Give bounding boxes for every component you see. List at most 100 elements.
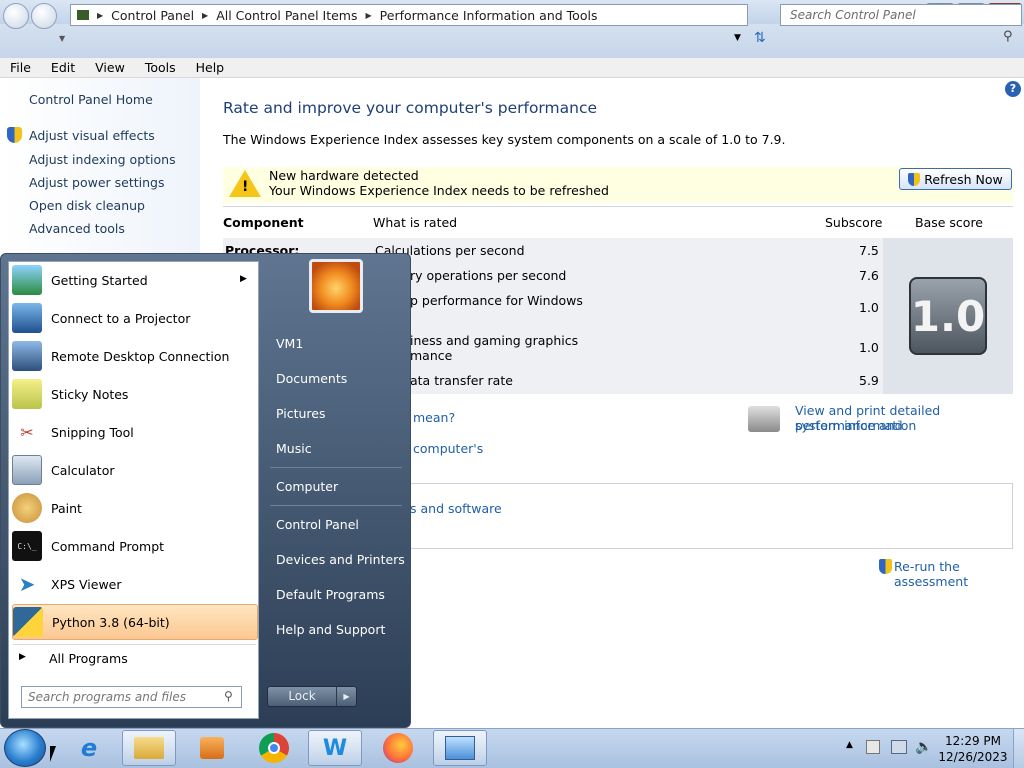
chevron-right-icon: ▶ <box>365 10 372 20</box>
menu-file[interactable]: File <box>0 58 41 77</box>
program-label: Calculator <box>51 462 115 478</box>
adjust-power-link[interactable]: Adjust power settings <box>29 175 165 190</box>
all-programs-arrow-icon: ▶ <box>19 652 26 662</box>
program-label: XPS Viewer <box>51 576 122 592</box>
disk-cleanup-link[interactable]: Open disk cleanup <box>29 198 145 213</box>
adjust-indexing-link[interactable]: Adjust indexing options <box>29 152 176 167</box>
taskbar-media-player[interactable] <box>185 730 239 766</box>
file-explorer-icon <box>134 737 164 759</box>
mouse-cursor-icon <box>50 746 56 762</box>
lock-label: Lock <box>288 689 316 703</box>
taskbar-file-explorer[interactable] <box>122 730 176 766</box>
advanced-tools-link[interactable]: Advanced tools <box>29 221 125 236</box>
sticky-notes-icon <box>12 379 42 409</box>
control-panel-home-link[interactable]: Control Panel Home <box>29 92 153 107</box>
projector-icon <box>12 303 42 333</box>
back-button[interactable] <box>3 3 29 29</box>
row-rated: ry operations per second <box>410 268 567 283</box>
system-clock[interactable]: 12:29 PM 12/26/2023 <box>938 733 1008 765</box>
taskbar-control-panel[interactable] <box>433 730 487 766</box>
shield-icon <box>7 127 22 143</box>
program-command-prompt[interactable]: C:\_ Command Prompt <box>12 528 258 564</box>
user-picture[interactable] <box>309 259 363 313</box>
start-button[interactable] <box>4 729 46 767</box>
xps-viewer-icon: ➤ <box>18 572 36 596</box>
program-projector[interactable]: Connect to a Projector <box>12 300 258 336</box>
page-title: Rate and improve your computer's perform… <box>223 99 598 117</box>
program-remote-desktop[interactable]: Remote Desktop Connection <box>12 338 258 374</box>
rerun-assessment-link[interactable]: Re-run the assessment <box>894 559 1024 589</box>
adjust-visual-effects-link[interactable]: Adjust visual effects <box>29 128 155 143</box>
search-icon[interactable]: ⚲ <box>224 689 233 703</box>
network-icon[interactable] <box>891 740 907 754</box>
firefox-icon <box>383 733 413 763</box>
taskbar-internet-explorer[interactable]: e <box>62 730 116 766</box>
start-link-music[interactable]: Music <box>276 441 312 456</box>
start-link-devices-printers[interactable]: Devices and Printers <box>276 552 405 567</box>
menu-tools[interactable]: Tools <box>135 58 186 77</box>
row-rated: p performance for Windows <box>410 293 583 308</box>
breadcrumb-item[interactable]: Performance Information and Tools <box>380 8 598 23</box>
start-link-user[interactable]: VM1 <box>276 336 303 351</box>
page-description: The Windows Experience Index assesses ke… <box>223 132 786 147</box>
calculator-icon <box>12 455 42 485</box>
program-label: Connect to a Projector <box>51 310 191 326</box>
start-link-default-programs[interactable]: Default Programs <box>276 587 385 602</box>
breadcrumb-item[interactable]: Control Panel <box>111 8 194 23</box>
menu-help[interactable]: Help <box>186 58 235 77</box>
search-icon[interactable]: ⚲ <box>1003 29 1013 44</box>
help-icon[interactable]: ? <box>1005 81 1021 97</box>
menu-bar: File Edit View Tools Help <box>0 58 1024 78</box>
start-link-computer[interactable]: Computer <box>276 479 338 494</box>
start-link-documents[interactable]: Documents <box>276 371 347 386</box>
program-xps-viewer[interactable]: ➤ XPS Viewer <box>12 566 258 602</box>
action-center-flag-icon[interactable] <box>866 740 880 754</box>
volume-muted-icon[interactable]: 🔈 <box>915 739 932 755</box>
refresh-icon[interactable]: ⇅ <box>754 30 766 46</box>
address-bar[interactable]: ▶ Control Panel ▶ All Control Panel Item… <box>70 4 748 26</box>
program-getting-started[interactable]: Getting Started <box>12 262 258 298</box>
improve-performance-link[interactable]: computer's <box>413 441 483 456</box>
refresh-now-button[interactable]: Refresh Now <box>899 168 1012 190</box>
remote-desktop-icon <box>12 341 42 371</box>
shutdown-options-arrow-icon[interactable]: ▶ <box>336 687 356 706</box>
program-calculator[interactable]: Calculator <box>12 452 258 488</box>
menu-view[interactable]: View <box>85 58 135 77</box>
notice-title: New hardware detected <box>269 168 419 183</box>
start-link-control-panel[interactable]: Control Panel <box>276 517 359 532</box>
program-label: Getting Started <box>51 272 148 288</box>
breadcrumb-item[interactable]: All Control Panel Items <box>216 8 357 23</box>
taskbar-firefox[interactable] <box>371 730 425 766</box>
what-scores-mean-link[interactable]: mean? <box>413 410 455 425</box>
shield-icon <box>879 559 892 574</box>
taskbar-word-app[interactable]: W <box>308 730 362 766</box>
taskbar-chrome[interactable] <box>247 730 301 766</box>
header-base-score: Base score <box>915 215 983 230</box>
show-hidden-icons-button[interactable]: ▲ <box>846 740 853 750</box>
lock-button[interactable]: Lock ▶ <box>267 686 357 707</box>
paint-palette-icon <box>12 493 42 523</box>
software-link[interactable]: s and software <box>410 501 502 516</box>
recent-pages-chevron-icon[interactable]: ▼ <box>59 34 65 43</box>
start-search-input[interactable]: Search programs and files <box>21 686 242 708</box>
control-panel-icon <box>445 736 475 760</box>
row-subscore: 7.6 <box>859 268 879 283</box>
address-dropdown-icon[interactable]: ▼ <box>734 33 741 43</box>
program-snipping-tool[interactable]: ✂ Snipping Tool <box>12 414 258 450</box>
search-input[interactable]: Search Control Panel <box>780 4 1022 26</box>
program-python[interactable]: Python 3.8 (64-bit) <box>12 604 258 640</box>
menu-edit[interactable]: Edit <box>41 58 85 77</box>
start-link-pictures[interactable]: Pictures <box>276 406 326 421</box>
print-details-link-line2[interactable]: system information <box>795 418 916 433</box>
program-paint[interactable]: Paint <box>12 490 258 526</box>
start-link-help-support[interactable]: Help and Support <box>276 622 385 637</box>
row-subscore: 5.9 <box>859 373 879 388</box>
internet-explorer-icon: e <box>80 734 98 762</box>
program-label: Paint <box>51 500 82 516</box>
all-programs-button[interactable]: All Programs <box>49 651 128 666</box>
show-desktop-button[interactable] <box>1013 729 1024 768</box>
warning-mark: ! <box>242 179 249 195</box>
program-sticky-notes[interactable]: Sticky Notes <box>12 376 258 412</box>
forward-button[interactable] <box>31 3 57 29</box>
program-label: Snipping Tool <box>51 424 134 440</box>
